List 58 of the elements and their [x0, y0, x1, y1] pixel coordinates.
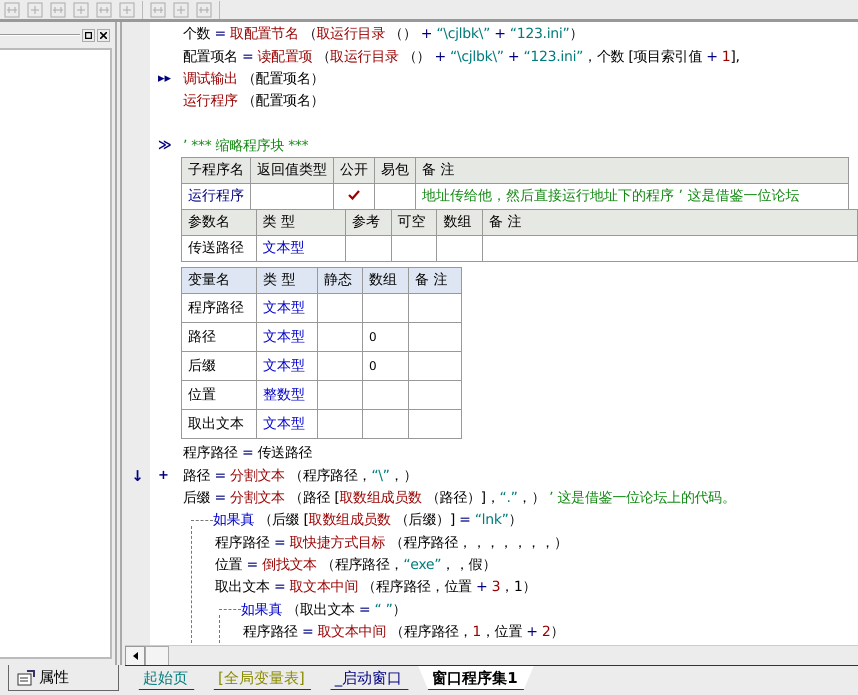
column-header: 变量名 [182, 267, 256, 294]
column-header: 类 型 [256, 267, 318, 294]
column-header: 备 注 [482, 209, 858, 236]
column-header: 数组 [362, 267, 408, 294]
column-header: 类 型 [256, 209, 346, 236]
column-header: 返回值类型 [250, 157, 334, 184]
properties-icon [17, 670, 35, 686]
line-marker: + [158, 468, 169, 484]
table-cell: 0 [362, 351, 408, 380]
line-marker: ▸▸ [158, 71, 172, 86]
properties-tab[interactable]: 属性 [8, 665, 119, 691]
code-line: 如果真 （后缀 [取数组成员数 （后缀）] = “lnk”） [213, 511, 522, 530]
column-header: 静态 [318, 267, 362, 294]
column-header: 子程序名 [182, 157, 250, 184]
table-cell: 取出文本 [182, 409, 256, 438]
code-line: 程序路径 = 传送路径 [183, 444, 312, 462]
column-header: 备 注 [416, 157, 848, 184]
column-header: 备 注 [408, 267, 462, 294]
scroll-left-button[interactable] [125, 646, 145, 666]
code-line: 程序路径 = 取文本中间 （程序路径，1，位置 + 2） [243, 623, 564, 642]
column-header: 数组 [436, 209, 483, 236]
column-header: 参数名 [182, 209, 256, 236]
code-line: 如果真 （取出文本 = “ ”） [241, 600, 406, 619]
editor-tab[interactable]: 窗口程序集1 [418, 666, 534, 690]
column-header: 易包 [374, 157, 416, 184]
code-line: ’ *** 缩略程序块 *** [183, 136, 308, 155]
column-header: 参考 [345, 209, 392, 236]
code-line: 后缀 = 分割文本 （路径 [取数组成员数 （路径）]，“.”，） ’ 这是借鉴一位论坛上的代码。 [183, 488, 736, 507]
table-cell: 文本型 [256, 293, 318, 322]
table-cell: 整数型 [256, 380, 318, 410]
code-line: 调试输出 （配置项名） [183, 70, 324, 88]
scrollbar-thumb[interactable] [145, 646, 169, 666]
left-triangle-icon [132, 652, 138, 660]
table-cell: 文本型 [256, 351, 318, 380]
code-line: 位置 = 倒找文本 （程序路径，“exe”，，假） [215, 556, 496, 574]
table-cell: 位置 [182, 380, 256, 410]
table-cell: 后缀 [182, 351, 256, 380]
code-line: 配置项名 = 读配置项 （取运行目录 （） + “\cjlbk\” + “123.ini”，个数 [项目索引值 + 1], [183, 48, 740, 66]
code-line: 路径 = 分割文本 （程序路径，“\”，） [183, 466, 418, 485]
close-icon [100, 32, 107, 38]
column-header: 可空 [391, 209, 437, 236]
table-cell: 文本型 [256, 235, 346, 262]
table-cell: 0 [362, 322, 408, 352]
table-cell: 程序路径 [182, 293, 256, 322]
close-button[interactable] [97, 28, 110, 42]
column-header: 公开 [334, 157, 374, 184]
code-line: 取出文本 = 取文本中间 （程序路径，位置 + 3，1） [215, 578, 536, 596]
table-cell: 文本型 [256, 322, 318, 352]
code-line: 运行程序 （配置项名） [183, 92, 324, 110]
table-cell: 文本型 [256, 409, 318, 438]
gutter-marker: ↓ [131, 466, 144, 485]
code-line: 程序路径 = 取快捷方式目标 （程序路径，，，，，，，） [215, 534, 568, 552]
line-marker: ≫ [158, 138, 172, 154]
table-cell: 路径 [182, 322, 256, 352]
maximize-button[interactable] [82, 28, 95, 42]
check-icon [348, 190, 360, 200]
code-line: 个数 = 取配置节名 （取运行目录 （） + “\cjlbk\” + “123.ini”） [183, 25, 584, 44]
table-cell: 传送路径 [182, 235, 256, 262]
